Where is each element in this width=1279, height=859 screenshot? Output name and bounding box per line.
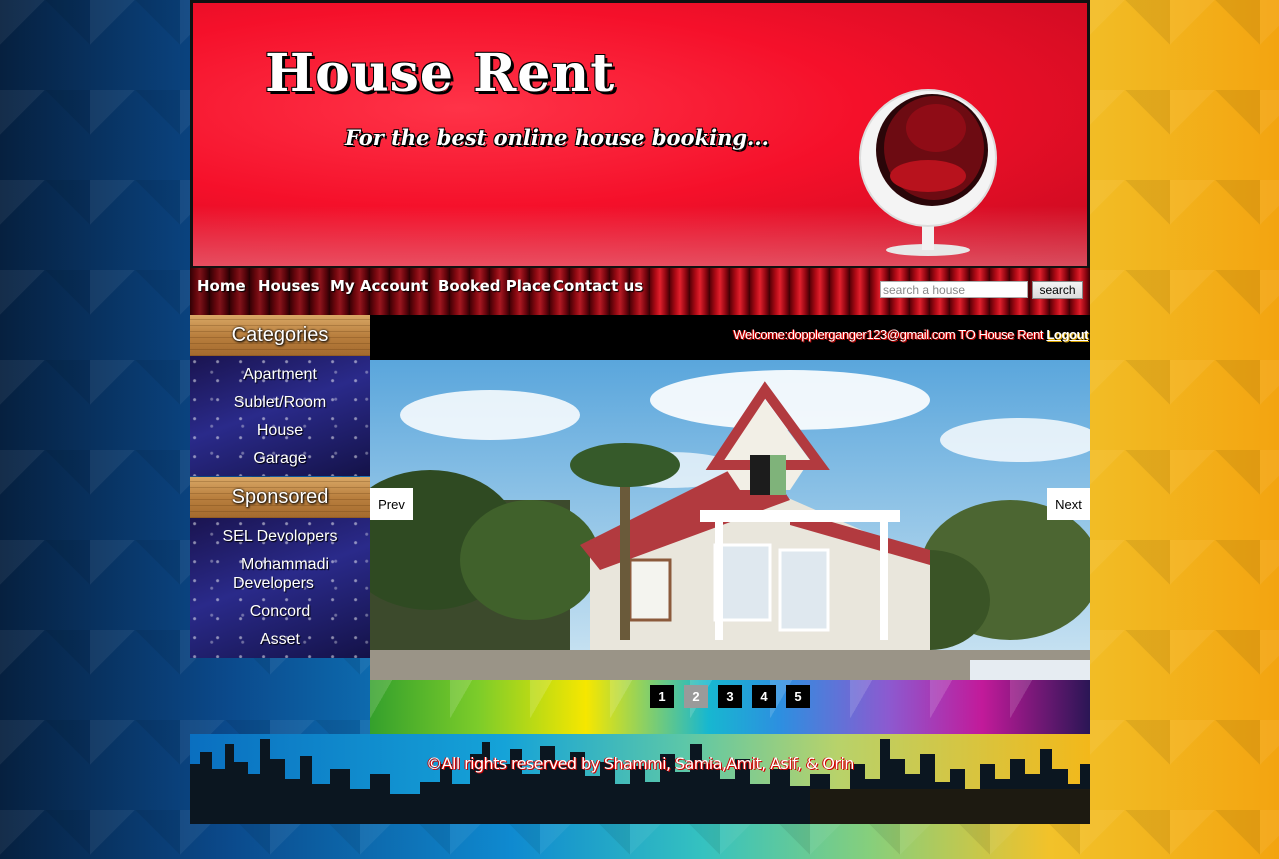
nav-booked-place-link[interactable]: Booked Place (438, 277, 551, 295)
image-slider: Prev Next (370, 360, 1090, 680)
nav-home-link[interactable]: Home (197, 277, 246, 295)
welcome-label: Welcome:dopplerganger123@gmail.com TO Ho… (733, 327, 1047, 342)
site-title: House Rent (265, 43, 616, 104)
page-1-button[interactable]: 1 (650, 685, 674, 708)
sponsor-mohammadi-link[interactable]: Mohammadi Developers (233, 555, 333, 593)
nav-houses-link[interactable]: Houses (258, 277, 320, 295)
ball-chair-image (859, 89, 997, 256)
page-5-button[interactable]: 5 (786, 685, 810, 708)
search-input[interactable] (880, 281, 1028, 298)
categories-panel: Apartment Sublet/Room House Garage (190, 356, 370, 476)
header-banner: House Rent For the best online house boo… (190, 0, 1090, 268)
sponsor-concord-link[interactable]: Concord (190, 602, 370, 621)
page-3-button[interactable]: 3 (718, 685, 742, 708)
city-skyline-image (190, 739, 1090, 824)
page-4-button[interactable]: 4 (752, 685, 776, 708)
category-sublet-room-link[interactable]: Sublet/Room (190, 393, 370, 412)
category-apartment-link[interactable]: Apartment (190, 365, 370, 384)
nav-contact-us-link[interactable]: Contact us (553, 277, 643, 295)
category-house-link[interactable]: House (190, 421, 370, 440)
nav-bar: Home Houses My Account Booked Place Cont… (190, 268, 1090, 315)
footer-copyright: ©All rights reserved by Shammi, Samia,Am… (426, 754, 854, 773)
sponsored-panel: SEL Devolopers Mohammadi Developers Conc… (190, 518, 370, 658)
sidebar: Categories Apartment Sublet/Room House G… (190, 315, 370, 658)
footer: ©All rights reserved by Shammi, Samia,Am… (190, 734, 1090, 824)
page-2-button[interactable]: 2 (684, 685, 708, 708)
category-garage-link[interactable]: Garage (190, 449, 370, 468)
slider-prev-button[interactable]: Prev (370, 488, 413, 520)
logout-link[interactable]: Logout (1046, 327, 1088, 342)
sponsored-heading: Sponsored (190, 477, 370, 518)
sponsor-asset-link[interactable]: Asset (190, 630, 370, 649)
slider-pagination: 1 2 3 4 5 (370, 680, 1090, 734)
search-button[interactable]: search (1032, 281, 1083, 299)
welcome-message: Welcome:dopplerganger123@gmail.com TO Ho… (733, 327, 1088, 342)
site-tagline: For the best online house booking... (345, 125, 769, 150)
welcome-bar: Welcome:dopplerganger123@gmail.com TO Ho… (370, 315, 1090, 360)
house-photo (370, 360, 1090, 680)
nav-my-account-link[interactable]: My Account (330, 277, 428, 295)
sponsor-sel-link[interactable]: SEL Devolopers (190, 527, 370, 546)
slider-next-button[interactable]: Next (1047, 488, 1090, 520)
categories-heading: Categories (190, 315, 370, 356)
page-wrapper: House Rent For the best online house boo… (190, 0, 1090, 824)
